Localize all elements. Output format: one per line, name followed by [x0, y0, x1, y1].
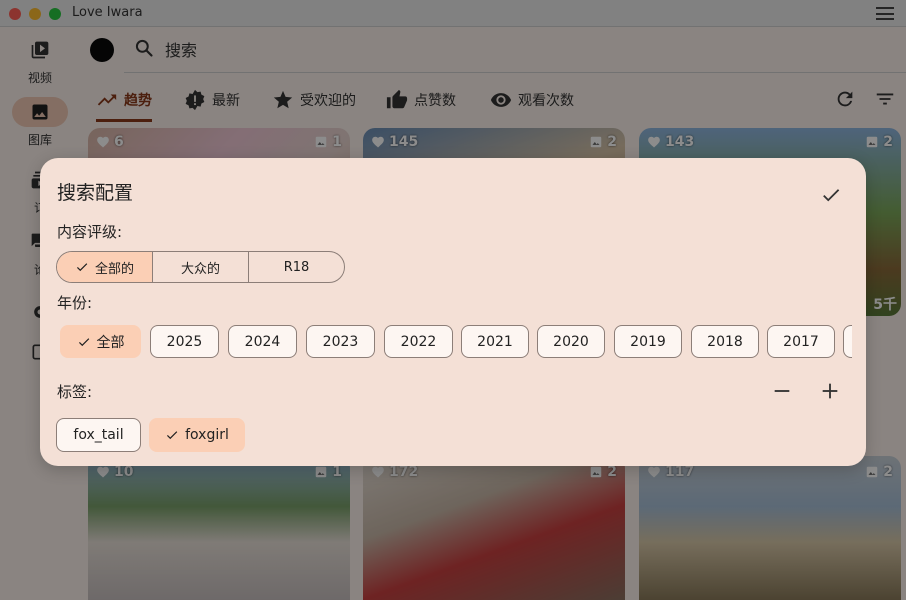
rating-option-label: 全部的	[94, 261, 134, 277]
year-chip-row[interactable]: 全部 2025 2024 2023 2022 2021 2020 2019 20…	[60, 325, 852, 358]
tag-chip-label: fox_tail	[73, 427, 124, 443]
year-chip[interactable]: 2019	[614, 325, 682, 358]
year-chip-label: 2018	[707, 333, 743, 350]
year-chip-label: 2019	[630, 333, 666, 350]
year-label: 年份:	[57, 294, 93, 312]
year-chip[interactable]: 2025	[150, 325, 219, 358]
rating-option-r18[interactable]: R18	[249, 252, 344, 282]
year-chip[interactable]: 2020	[537, 325, 605, 358]
year-chip-overflow[interactable]	[843, 325, 852, 358]
year-chip[interactable]: 2017	[767, 325, 835, 358]
tag-chip[interactable]: fox_tail	[56, 418, 141, 452]
year-chip[interactable]: 2018	[691, 325, 759, 358]
year-chip-all[interactable]: 全部	[60, 325, 141, 358]
year-chip-label: 2020	[553, 333, 589, 350]
year-chip-label: 2024	[244, 333, 281, 350]
rating-label: 内容评级:	[57, 223, 123, 241]
tag-chip-row: fox_tail foxgirl	[56, 418, 456, 452]
tag-chip-label: foxgirl	[185, 427, 229, 443]
rating-option-general[interactable]: 大众的	[153, 252, 249, 282]
confirm-check-icon[interactable]	[820, 184, 842, 206]
year-chip-label: 全部	[96, 334, 125, 351]
year-chip[interactable]: 2021	[461, 325, 529, 358]
dialog-title: 搜索配置	[57, 182, 134, 204]
search-config-dialog: 搜索配置 内容评级: 全部的 大众的 R18 年份: 全部 2025 2024 …	[40, 158, 866, 466]
year-chip-label: 2025	[166, 333, 203, 350]
check-icon	[167, 431, 178, 440]
year-chip-label: 2023	[322, 333, 359, 350]
remove-tag-icon[interactable]	[771, 380, 793, 402]
check-icon	[76, 263, 88, 272]
tag-chip[interactable]: foxgirl	[149, 418, 245, 452]
tag-label: 标签:	[57, 383, 93, 401]
year-chip-label: 2021	[477, 333, 513, 350]
year-chip-label: 2017	[783, 333, 819, 350]
rating-option-all[interactable]: 全部的	[57, 252, 153, 282]
rating-option-label: 大众的	[180, 261, 220, 277]
check-icon	[78, 337, 89, 346]
year-chip[interactable]: 2024	[228, 325, 297, 358]
year-chip[interactable]: 2023	[306, 325, 375, 358]
add-tag-icon[interactable]	[819, 380, 841, 402]
rating-option-label: R18	[283, 259, 310, 275]
rating-segmented-control: 全部的 大众的 R18	[56, 251, 345, 283]
year-chip[interactable]: 2022	[384, 325, 453, 358]
year-chip-label: 2022	[400, 333, 437, 350]
